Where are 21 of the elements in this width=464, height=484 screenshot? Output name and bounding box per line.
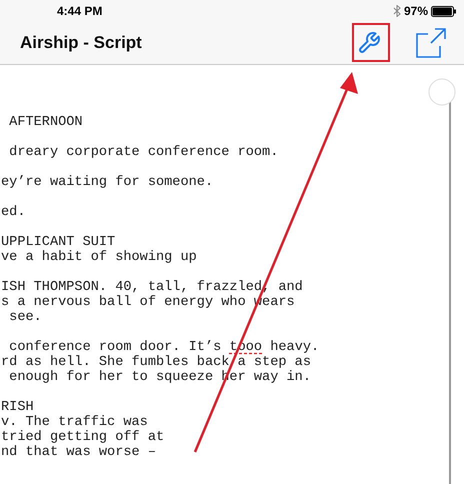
- script-line: ve a habit of showing up: [1, 250, 198, 265]
- highlight-frame: [352, 23, 390, 62]
- share-icon: [416, 28, 446, 58]
- status-time: 4:44 PM: [57, 4, 104, 18]
- battery-icon: [431, 6, 456, 16]
- script-line: RISH: [1, 400, 35, 415]
- wrench-icon: [357, 31, 381, 55]
- script-line: see.: [8, 310, 43, 325]
- battery-percentage: 97%: [404, 4, 428, 18]
- script-line: v. The traffic was: [1, 415, 149, 430]
- share-button[interactable]: [416, 28, 446, 58]
- script-line: ed.: [1, 205, 26, 220]
- script-line: dreary corporate conference room.: [8, 145, 280, 160]
- script-line: AFTERNOON: [8, 115, 84, 130]
- script-line: nd that was worse –: [1, 445, 157, 460]
- nav-title: Airship - Script: [20, 33, 143, 53]
- script-line: UPPLICANT SUIT: [1, 235, 116, 250]
- bluetooth-icon: [392, 5, 401, 17]
- script-line: rd as hell. She fumbles back a step as: [1, 355, 312, 370]
- script-line: tried getting off at: [1, 430, 166, 445]
- script-line: ey’re waiting for someone.: [1, 175, 214, 190]
